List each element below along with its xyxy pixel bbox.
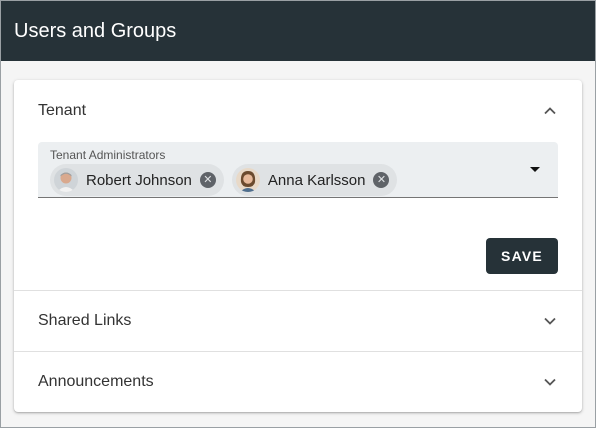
remove-chip-icon[interactable]: ✕ <box>373 172 390 188</box>
app-header: Users and Groups <box>1 1 595 61</box>
panel-shared-links-title: Shared Links <box>38 312 132 329</box>
tenant-administrators-field[interactable]: Tenant Administrators Robert Johnson ✕ A… <box>38 142 558 198</box>
panel-shared-links: Shared Links <box>14 291 582 352</box>
panel-tenant-body: Tenant Administrators Robert Johnson ✕ A… <box>14 142 582 290</box>
panel-tenant-title: Tenant <box>38 102 87 119</box>
panel-shared-links-header[interactable]: Shared Links <box>14 291 582 351</box>
chip-label: Anna Karlsson <box>267 171 366 189</box>
panel-announcements-title: Announcements <box>38 373 154 390</box>
panel-announcements-header[interactable]: Announcements <box>14 352 582 412</box>
panel-tenant: Tenant Tenant Administrators Robert John… <box>14 80 582 291</box>
remove-chip-icon[interactable]: ✕ <box>199 172 216 188</box>
dropdown-arrow-icon[interactable] <box>530 167 540 172</box>
avatar <box>54 168 78 192</box>
page-title: Users and Groups <box>14 19 177 42</box>
chevron-down-icon[interactable] <box>542 374 558 390</box>
chip-anna-karlsson[interactable]: Anna Karlsson ✕ <box>231 164 398 196</box>
users-and-groups-window: Users and Groups Tenant Tenant Administr… <box>0 0 596 428</box>
settings-accordion: Tenant Tenant Administrators Robert John… <box>14 80 582 412</box>
chevron-down-icon[interactable] <box>542 313 558 329</box>
save-button[interactable]: SAVE <box>486 238 558 274</box>
chevron-up-icon[interactable] <box>542 103 558 119</box>
chip-label: Robert Johnson <box>86 171 192 189</box>
panel-tenant-header[interactable]: Tenant <box>14 80 582 142</box>
panel-announcements: Announcements <box>14 352 582 412</box>
panel-tenant-actions: SAVE <box>38 238 558 274</box>
tenant-administrators-label: Tenant Administrators <box>50 148 166 162</box>
avatar <box>235 168 260 192</box>
chip-list: Robert Johnson ✕ Anna Karlsson ✕ <box>50 164 546 196</box>
chip-robert-johnson[interactable]: Robert Johnson ✕ <box>50 164 224 196</box>
